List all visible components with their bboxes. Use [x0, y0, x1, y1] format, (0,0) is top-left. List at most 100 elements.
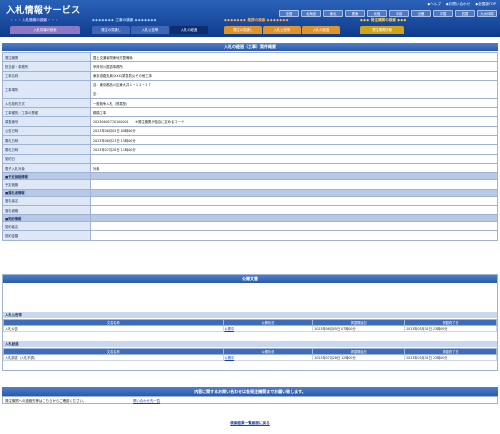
- document-end: 2023年03月31日 23時00分: [404, 354, 497, 361]
- tab-consult-progress[interactable]: 入札の経過: [302, 26, 340, 34]
- contact-notice-bar: 内容に関するお問い合わせは各発注機関までお願い致します。: [2, 387, 498, 396]
- region-button[interactable]: 北陸: [367, 10, 387, 17]
- document-status-link[interactable]: 公開中: [222, 325, 314, 332]
- detail-row: 落札者名: [2, 195, 498, 206]
- detail-value: [90, 188, 498, 197]
- region-button[interactable]: 北海道: [301, 10, 321, 17]
- document-start: 2023年06月05日 07時00分: [312, 325, 406, 332]
- detail-value: [90, 179, 498, 190]
- document-name: 入札調書（入札不調）: [3, 354, 224, 361]
- detail-label: 契約者名: [2, 221, 91, 232]
- header-links: ◆ヘルプ ◆お問い合わせ ◆全国版TOP: [427, 2, 496, 7]
- document-start: 2023年07月28日 12時00分: [312, 354, 406, 361]
- documents-section-notice: 入札公告等: [3, 312, 497, 318]
- section-label: ■落札者情報: [2, 188, 91, 197]
- public-documents-panel: 公開文書 入札公告等 文書名称 公開状況 掲載開始日 掲載終了日 入札公告 公開…: [2, 274, 498, 371]
- document-name: 入札公告: [3, 325, 224, 332]
- detail-row: 契約者名: [2, 221, 498, 232]
- detail-value: 鋼橋工事: [90, 107, 498, 118]
- detail-value: [90, 214, 498, 223]
- detail-row: 落札価格: [2, 204, 498, 216]
- region-button[interactable]: 九州沖縄: [477, 10, 497, 17]
- detail-value: 自：東京都品川区東大井１−１２−１７ 至：: [90, 79, 498, 99]
- tab-consult-notice[interactable]: 入札公告等: [263, 26, 301, 34]
- detail-label: 担当部・事務所: [2, 61, 91, 72]
- table-row: 入札公告 公開中 2023年06月05日 07時00分 2023年03月31日 …: [3, 325, 497, 332]
- detail-row: 電子入札対象 対象: [2, 162, 498, 174]
- tab-construction-outlook[interactable]: 発注の見通し: [92, 26, 130, 34]
- tab-construction-notice[interactable]: 入札公告等: [131, 26, 169, 34]
- national-top-link[interactable]: ◆全国版TOP: [475, 2, 496, 7]
- detail-row: 調査番号 20230605770100001 ※発注機関が独自に定めるコード: [2, 116, 498, 127]
- contact-link[interactable]: ◆お問い合わせ: [446, 2, 470, 7]
- documents-section-progress: 入札経過: [3, 341, 497, 347]
- detail-value-line: 至：: [93, 92, 100, 97]
- detail-value: 東京道路支局(XXX)緊急防災その他工事: [90, 70, 498, 81]
- site-title: 入札情報サービス: [6, 6, 81, 16]
- detail-label: 予定価格: [2, 179, 91, 190]
- detail-value: [90, 153, 498, 164]
- region-button[interactable]: 中部: [389, 10, 409, 17]
- documents-table-progress: 文書名称 公開状況 掲載開始日 掲載終了日 入札調書（入札不調） 公開中 202…: [3, 348, 497, 361]
- detail-label: 調査番号: [2, 116, 91, 127]
- category-label-consult: ◆◆◆◆◆◆◆ 業務の検索 ◆◆◆◆◆◆◆: [224, 18, 289, 22]
- detail-label: 落札者名: [2, 195, 91, 206]
- detail-label: 契約日: [2, 153, 91, 164]
- tab-org-info[interactable]: 発注機関情報: [360, 26, 404, 34]
- documents-table-notice: 文書名称 公開状況 掲載開始日 掲載終了日 入札公告 公開中 2023年06月0…: [3, 319, 497, 332]
- detail-value: 対象: [90, 162, 498, 174]
- detail-row: 契約日: [2, 153, 498, 164]
- detail-value: [90, 204, 498, 216]
- nav-tabs-search: 入札情報の検索: [10, 26, 80, 34]
- detail-label: 電子入札対象: [2, 162, 91, 174]
- document-end: 2023年03月31日 23時00分: [404, 325, 497, 332]
- region-button[interactable]: 東北: [323, 10, 343, 17]
- detail-value: 20230605770100001 ※発注機関が独自に定めるコード: [90, 116, 498, 127]
- detail-label: 契約金額: [2, 230, 91, 241]
- section-row: ■契約情報: [2, 214, 498, 223]
- section-label: ■予定価格情報: [2, 172, 91, 181]
- detail-row: 契約金額: [2, 230, 498, 241]
- detail-row: 予定価格: [2, 179, 498, 190]
- contact-row: 発注機関への連絡先等はこちらからご確認ください。 問い合わせ先一覧: [2, 396, 498, 404]
- detail-value: [90, 221, 498, 232]
- detail-row: 開札日時 2023年07月28日 11時00分: [2, 144, 498, 155]
- detail-row: 公告日時 2023年06月05日 00時00分: [2, 125, 498, 137]
- tab-consult-outlook[interactable]: 発注の見通し: [224, 26, 262, 34]
- help-link[interactable]: ◆ヘルプ: [427, 2, 441, 7]
- detail-label: 開札日時: [2, 135, 91, 146]
- nav-tabs-consult: 発注の見通し 入札公告等 入札の経過: [224, 26, 340, 34]
- site-header: 入札情報サービス ◆ヘルプ ◆お問い合わせ ◆全国版TOP 全国 北海道 東北 …: [0, 0, 500, 37]
- category-label-search: ・・・入札情報の検索・・・: [10, 18, 60, 22]
- detail-label: 工事名称: [2, 70, 91, 81]
- region-button[interactable]: 近畿: [411, 10, 431, 17]
- document-status-link[interactable]: 公開中: [222, 354, 314, 361]
- detail-table: 発注機関 国土交通省関東地方整備局 担当部・事務所 甲府河川国道事務所 工事名称 東京道路…: [2, 51, 498, 241]
- contact-list-link[interactable]: 問い合わせ先一覧: [133, 397, 160, 405]
- back-to-results-link[interactable]: 検索結果一覧画面に戻る: [0, 421, 500, 426]
- region-selector: 全国 北海道 東北 関東 北陸 中部 近畿 中国 四国 九州沖縄: [279, 10, 497, 17]
- region-button[interactable]: 四国: [455, 10, 475, 17]
- detail-label: 工事場所: [2, 79, 91, 99]
- region-button[interactable]: 中国: [433, 10, 453, 17]
- contact-text: 発注機関への連絡先等はこちらからご確認ください。: [5, 399, 87, 403]
- detail-row: 担当部・事務所 甲府河川国道事務所: [2, 61, 498, 72]
- section-label: ■契約情報: [2, 214, 91, 223]
- page-title: 入札の経過（工事）案件概要: [2, 43, 498, 51]
- detail-value: 甲府河川国道事務所: [90, 61, 498, 72]
- detail-value: 2023年06月23日 15時00分: [90, 135, 498, 146]
- section-row: ■落札者情報: [2, 188, 498, 197]
- detail-value-line: 自：東京都品川区東大井１−１２−１７: [93, 83, 152, 88]
- documents-title: 公開文書: [3, 275, 497, 283]
- table-row: 入札調書（入札不調） 公開中 2023年07月28日 12時00分 2023年0…: [3, 354, 497, 361]
- detail-label: 発注機関: [2, 51, 91, 63]
- detail-value: 一般競争入札（簡易型）: [90, 97, 498, 109]
- tab-construction-progress[interactable]: 入札の経過: [170, 26, 208, 34]
- tab-search-info[interactable]: 入札情報の検索: [10, 26, 80, 34]
- region-button[interactable]: 関東: [345, 10, 365, 17]
- detail-label: 公告日時: [2, 125, 91, 137]
- region-button[interactable]: 全国: [279, 10, 299, 17]
- nav-tabs-construction: 発注の見通し 入札公告等 入札の経過: [92, 26, 208, 34]
- detail-row: 入札契約方式 一般競争入札（簡易型）: [2, 97, 498, 109]
- detail-label: 開札日時: [2, 144, 91, 155]
